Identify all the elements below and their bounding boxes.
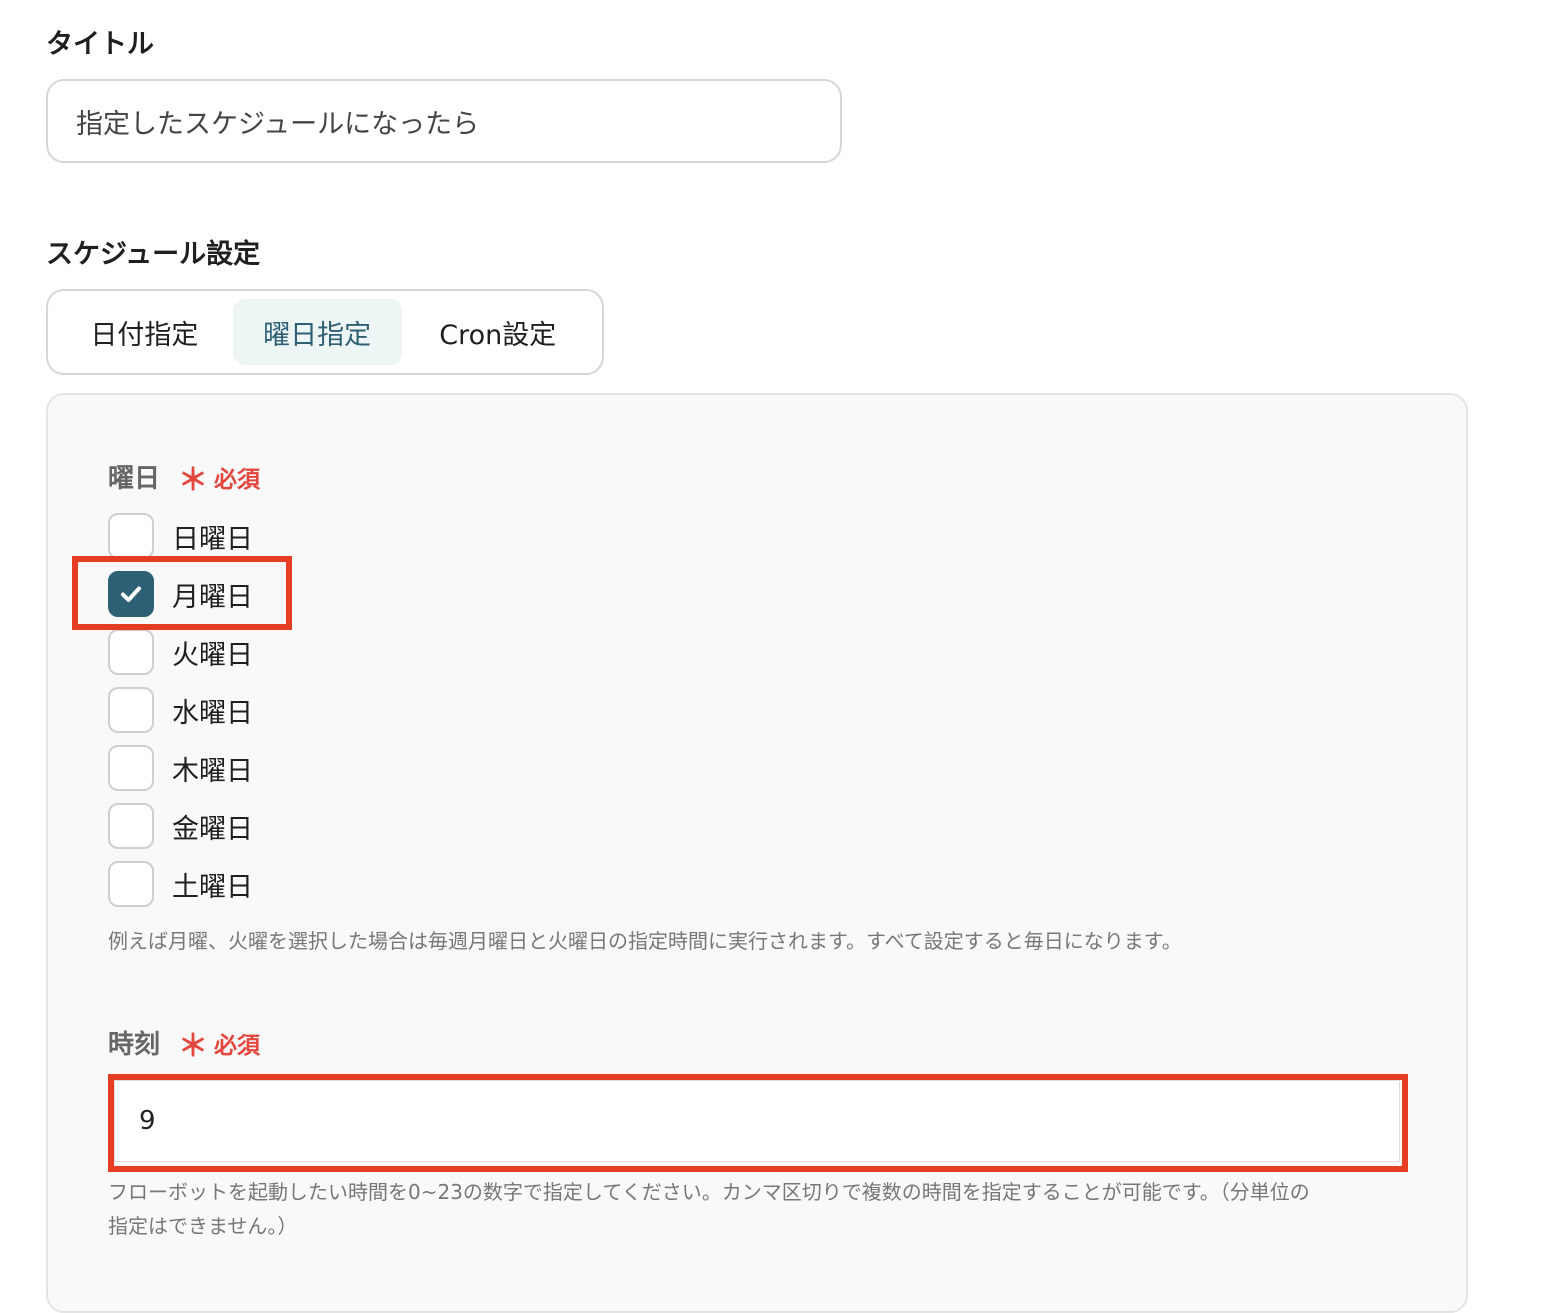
checkbox-box[interactable] [108,803,154,849]
schedule-tabs: 日付指定 曜日指定 Cron設定 [46,289,604,375]
required-badge: ＊ 必須 [178,1026,261,1064]
tab-date[interactable]: 日付指定 [56,299,233,365]
highlight-monday [72,556,292,630]
time-label: 時刻 ＊ 必須 [108,1024,260,1061]
checkbox-box[interactable] [108,687,154,733]
checkbox-box[interactable] [108,745,154,791]
checkbox-thursday[interactable]: 木曜日 [108,745,253,791]
time-hint-line1: フローボットを起動したい時間を0~23の数字で指定してください。カンマ区切りで複… [108,1180,1310,1204]
weekday-hint: 例えば月曜、火曜を選択した場合は毎週月曜日と火曜日の指定時間に実行されます。すべ… [108,929,1182,953]
checkbox-label: 土曜日 [172,871,253,903]
checkbox-label: 日曜日 [172,523,253,555]
weekday-label: 曜日 ＊ 必須 [108,458,260,495]
weekday-label-text: 曜日 [108,464,161,494]
title-label: タイトル [46,29,154,60]
checkbox-sunday[interactable]: 日曜日 [108,513,253,559]
checkbox-label: 金曜日 [172,813,253,845]
checkbox-friday[interactable]: 金曜日 [108,803,253,849]
tab-cron[interactable]: Cron設定 [402,299,594,365]
checkbox-box[interactable] [108,629,154,675]
checkbox-box[interactable] [108,861,154,907]
required-text: 必須 [214,1032,261,1059]
required-text: 必須 [214,466,261,493]
required-asterisk: ＊ [178,462,209,498]
checkbox-wednesday[interactable]: 水曜日 [108,687,253,733]
checkbox-label: 火曜日 [172,639,253,671]
checkbox-label: 水曜日 [172,697,253,729]
checkbox-tuesday[interactable]: 火曜日 [108,629,253,675]
title-input[interactable]: 指定したスケジュールになったら [46,79,842,163]
required-badge: ＊ 必須 [178,460,261,498]
checkbox-label: 木曜日 [172,755,253,787]
time-hint-line2: 指定はできません。） [108,1214,298,1238]
title-input-value: 指定したスケジュールになったら [76,108,480,140]
time-label-text: 時刻 [108,1030,161,1060]
highlight-hour-input [108,1074,1408,1172]
required-asterisk: ＊ [178,1028,209,1064]
checkbox-box[interactable] [108,513,154,559]
checkbox-saturday[interactable]: 土曜日 [108,861,253,907]
schedule-label: スケジュール設定 [46,239,261,270]
tab-weekday[interactable]: 曜日指定 [232,299,402,365]
